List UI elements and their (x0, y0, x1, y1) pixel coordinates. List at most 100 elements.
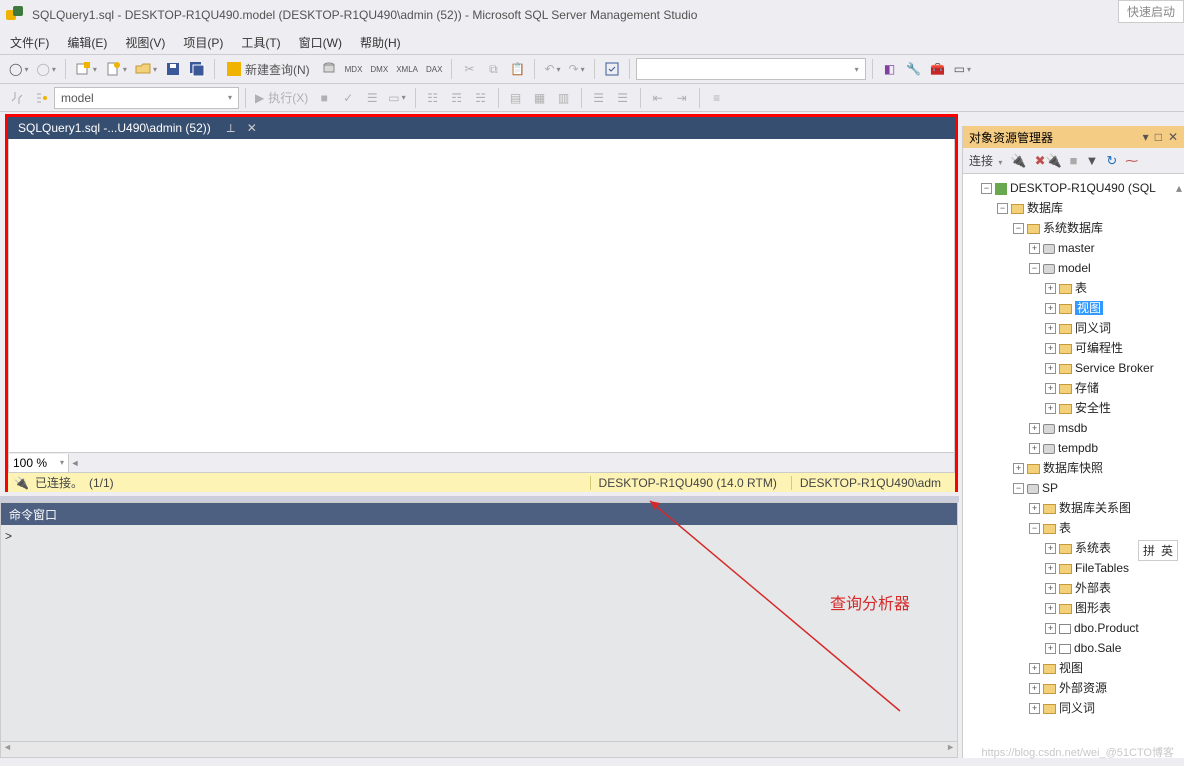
new-project-button[interactable]: ▾ (72, 58, 100, 80)
paste-button[interactable]: 📋 (506, 58, 528, 80)
activity-icon[interactable]: ⁓ (1125, 153, 1138, 169)
redo-button[interactable]: ↷▾ (566, 58, 588, 80)
results-to-file-button[interactable]: ▥ (553, 87, 575, 109)
menu-edit[interactable]: 编辑(E) (67, 34, 107, 51)
scroll-left-icon[interactable]: ◄ (69, 458, 81, 468)
msdb-db-node[interactable]: msdb (1058, 421, 1087, 435)
open-file-button[interactable]: ▾ (132, 58, 160, 80)
results-to-grid-button[interactable]: ▦ (529, 87, 551, 109)
sql-editor-textarea[interactable] (8, 139, 955, 453)
menu-tools[interactable]: 工具(T) (241, 34, 280, 51)
pin-tab-icon[interactable]: ⟂ (227, 121, 235, 136)
connect-button[interactable]: 连接 ▾ (969, 152, 1002, 169)
nav-back-button[interactable]: ◯▾ (6, 58, 31, 80)
menu-view[interactable]: 视图(V) (125, 34, 165, 51)
model-views-node[interactable]: 视图 (1075, 301, 1103, 315)
model-db-node[interactable]: model (1058, 261, 1091, 275)
dax-query-button[interactable]: DAX (423, 58, 445, 80)
sp-tables-node[interactable]: 表 (1059, 521, 1071, 535)
model-storage-node[interactable]: 存储 (1075, 381, 1099, 395)
server-node[interactable]: DESKTOP-R1QU490 (SQL (1010, 181, 1156, 195)
ime-indicator[interactable]: 拼 英 (1138, 540, 1178, 561)
panel-window-icon[interactable]: □ (1155, 130, 1162, 144)
new-file-button[interactable]: ▾ (102, 58, 130, 80)
model-synonyms-node[interactable]: 同义词 (1075, 321, 1111, 335)
master-db-node[interactable]: master (1058, 241, 1095, 255)
close-tab-icon[interactable]: ✕ (247, 121, 257, 135)
results-to-text-button[interactable]: ▤ (505, 87, 527, 109)
sp-filetables-node[interactable]: FileTables (1075, 561, 1129, 575)
model-tables-node[interactable]: 表 (1075, 281, 1087, 295)
command-window-body[interactable]: > (1, 525, 957, 739)
quick-launch-box[interactable]: 快速启动 (1118, 0, 1184, 23)
copy-button[interactable]: ⧉ (482, 58, 504, 80)
object-explorer-tree[interactable]: −DESKTOP-R1QU490 (SQL▴ −数据库 −系统数据库 +mast… (963, 174, 1184, 758)
cut-button[interactable]: ✂ (458, 58, 480, 80)
dmx-query-button[interactable]: DMX (367, 58, 391, 80)
system-databases-node[interactable]: 系统数据库 (1043, 221, 1103, 235)
menu-file[interactable]: 文件(F) (10, 34, 49, 51)
sp-diagrams-node[interactable]: 数据库关系图 (1059, 501, 1131, 515)
panel-close-icon[interactable]: ✕ (1168, 130, 1178, 144)
activity-monitor-button[interactable]: ◧ (879, 58, 901, 80)
sp-db-node[interactable]: SP (1042, 481, 1058, 495)
sp-systables-node[interactable]: 系统表 (1075, 541, 1111, 555)
filter-icon[interactable]: ▼ (1086, 153, 1099, 168)
sp-graph-tables-node[interactable]: 图形表 (1075, 601, 1111, 615)
estimated-plan-button[interactable]: ☰ (361, 87, 383, 109)
options-button[interactable]: 🔧 (903, 58, 925, 80)
query-status-bar: 🔌 已连接。 (1/1) DESKTOP-R1QU490 (14.0 RTM) … (8, 473, 955, 492)
databases-node[interactable]: 数据库 (1027, 201, 1063, 215)
sp-external-tables-node[interactable]: 外部表 (1075, 581, 1111, 595)
model-security-node[interactable]: 安全性 (1075, 401, 1111, 415)
xmla-query-button[interactable]: XMLA (393, 58, 421, 80)
panel-dropdown-icon[interactable]: ▾ (1143, 130, 1149, 144)
change-connection-button[interactable] (6, 87, 28, 109)
save-all-button[interactable] (186, 58, 208, 80)
uncomment-button[interactable]: ☰ (612, 87, 634, 109)
properties-button[interactable] (601, 58, 623, 80)
cancel-query-button[interactable]: ■ (313, 87, 335, 109)
collapse-icon[interactable]: − (981, 183, 992, 194)
execute-button[interactable]: ▶ 执行(X) (252, 87, 311, 109)
menu-window[interactable]: 窗口(W) (299, 34, 342, 51)
mdx-query-button[interactable]: MDX (342, 58, 366, 80)
db-snapshots-node[interactable]: 数据库快照 (1043, 461, 1103, 475)
sp-external-resources-node[interactable]: 外部资源 (1059, 681, 1107, 695)
zoom-combo[interactable]: 100 %▾ (9, 454, 69, 472)
save-button[interactable] (162, 58, 184, 80)
sp-views-node[interactable]: 视图 (1059, 661, 1083, 675)
launch-combo[interactable]: ▾ (636, 58, 866, 80)
comment-button[interactable]: ☰ (588, 87, 610, 109)
dbo-sale-node[interactable]: dbo.Sale (1074, 641, 1121, 655)
dbo-product-node[interactable]: dbo.Product (1074, 621, 1139, 635)
toolbox-button[interactable]: 🧰 (927, 58, 949, 80)
db-engine-query-icon[interactable] (318, 58, 340, 80)
model-servicebroker-node[interactable]: Service Broker (1075, 361, 1154, 375)
query-options-button[interactable]: ▭▾ (385, 87, 408, 109)
increase-indent-button[interactable]: ⇥ (671, 87, 693, 109)
include-client-stats-button[interactable]: ☵ (470, 87, 492, 109)
stop-icon[interactable]: ■ (1070, 153, 1078, 168)
decrease-indent-button[interactable]: ⇤ (647, 87, 669, 109)
nav-forward-button[interactable]: ◯▾ (33, 58, 58, 80)
registered-servers-button[interactable]: ▭▾ (951, 58, 974, 80)
parse-button[interactable]: ✓ (337, 87, 359, 109)
specify-values-button[interactable]: ≡ (706, 87, 728, 109)
database-combo[interactable]: model▾ (54, 87, 239, 109)
include-plan-button[interactable]: ☷ (422, 87, 444, 109)
undo-button[interactable]: ↶▾ (541, 58, 563, 80)
available-databases-icon[interactable] (30, 87, 52, 109)
document-tab[interactable]: SQLQuery1.sql -...U490\admin (52)) (8, 117, 221, 139)
menu-project[interactable]: 项目(P) (183, 34, 223, 51)
disconnect-icon[interactable]: ✖🔌 (1035, 153, 1062, 169)
sp-synonyms-node[interactable]: 同义词 (1059, 701, 1095, 715)
tempdb-db-node[interactable]: tempdb (1058, 441, 1098, 455)
command-window-hscroll[interactable] (1, 741, 957, 757)
model-programmability-node[interactable]: 可编程性 (1075, 341, 1123, 355)
refresh-icon[interactable]: ↻ (1106, 153, 1117, 169)
include-stats-button[interactable]: ☶ (446, 87, 468, 109)
connect-object-icon[interactable]: 🔌 (1010, 153, 1026, 169)
new-query-button[interactable]: 新建查询(N) (221, 58, 316, 80)
menu-help[interactable]: 帮助(H) (360, 34, 401, 51)
